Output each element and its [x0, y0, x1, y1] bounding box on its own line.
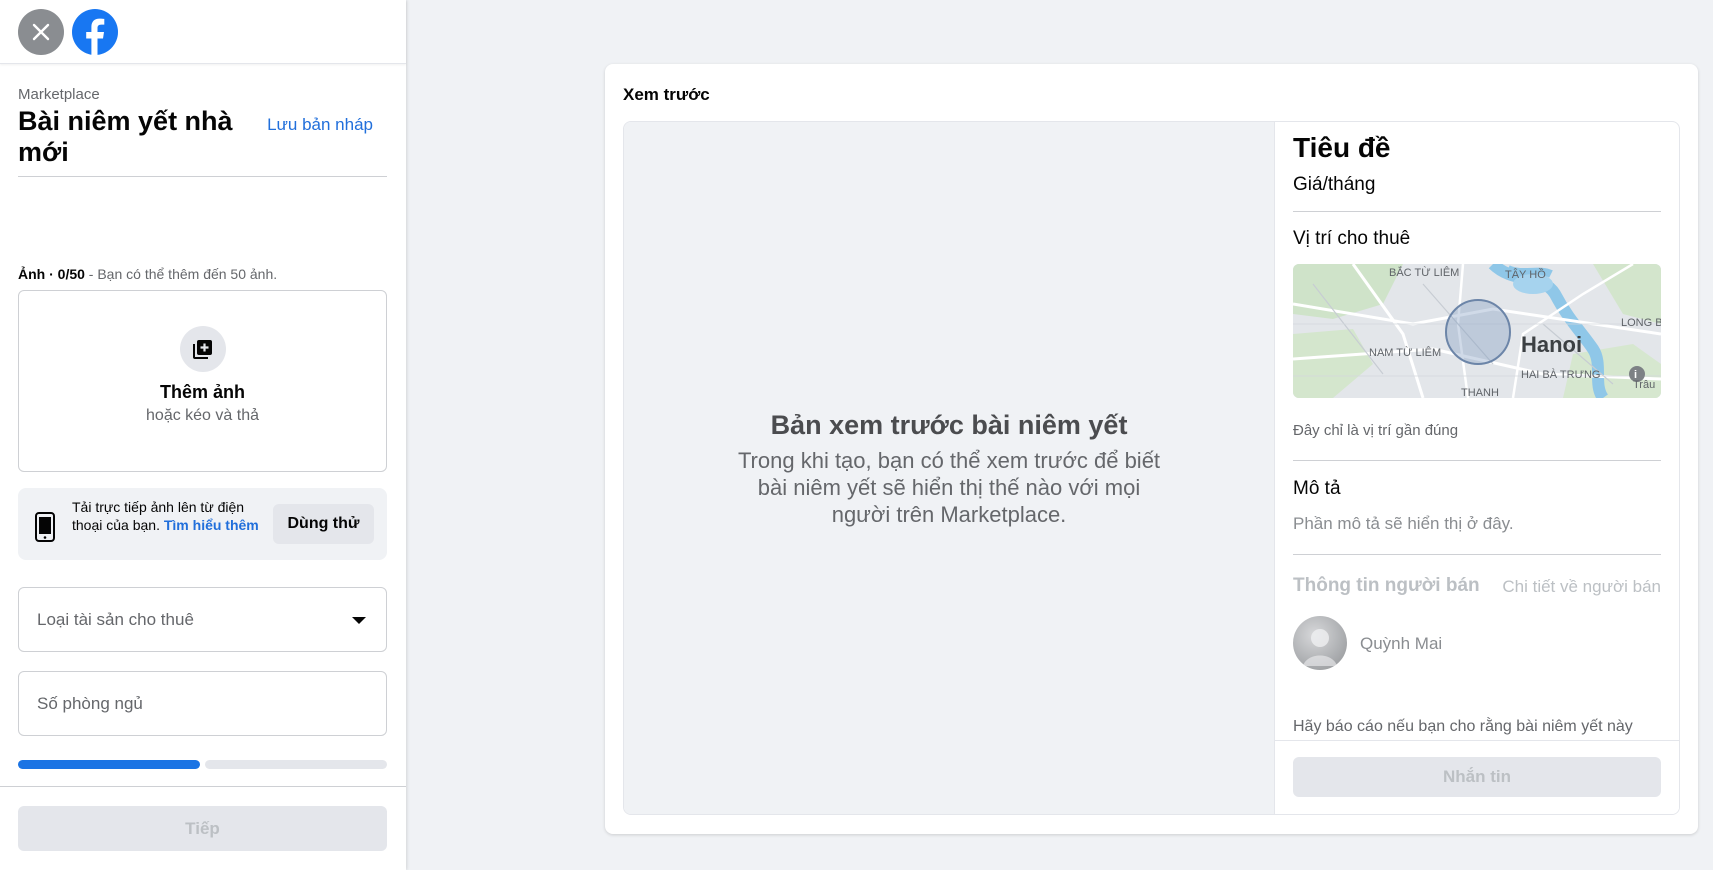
close-button[interactable] — [18, 8, 64, 55]
top-bar — [0, 0, 406, 64]
description-placeholder: Phần mô tả sẽ hiển thị ở đây. — [1293, 514, 1514, 533]
bedrooms-input[interactable] — [18, 671, 387, 736]
report-text: Hãy báo cáo nếu bạn cho rằng bài niêm yế… — [1293, 718, 1633, 735]
page-title: Bài niêm yết nhà mới — [18, 106, 233, 167]
try-button[interactable]: Dùng thử — [273, 504, 374, 544]
facebook-logo[interactable] — [72, 8, 118, 55]
preview-details: Tiêu đề Giá/tháng Vị trí cho thuê BẮC TỪ… — [1275, 122, 1679, 814]
add-photo-dropzone[interactable]: Thêm ảnh hoặc kéo và thả — [18, 290, 387, 472]
progress-step-1 — [18, 760, 200, 769]
listing-sidebar: Marketplace Bài niêm yết nhà mới Lưu bản… — [0, 0, 406, 870]
preview-frame: Bản xem trước bài niêm yết Trong khi tạo… — [623, 121, 1680, 815]
add-photo-icon — [179, 326, 226, 372]
message-button[interactable]: Nhắn tin — [1293, 757, 1661, 797]
location-title: Vị trí cho thuê — [1293, 228, 1411, 249]
divider — [1293, 460, 1661, 461]
divider — [1293, 554, 1661, 555]
map-label: HAI BÀ TRƯNG — [1521, 368, 1600, 381]
next-button[interactable]: Tiếp — [18, 806, 387, 851]
add-photo-label: Thêm ảnh — [159, 382, 245, 402]
map-label: THANH — [1461, 387, 1499, 398]
breadcrumb[interactable]: Marketplace — [18, 86, 387, 103]
seller-details-link[interactable]: Chi tiết về người bán — [1502, 577, 1661, 597]
listing-title: Tiêu đề — [1293, 132, 1391, 163]
map-label: LONG BIÊN — [1621, 316, 1661, 329]
preview-card: Xem trước Bản xem trước bài niêm yết Tro… — [605, 64, 1698, 834]
map-city-label: Hanoi — [1521, 332, 1582, 357]
divider — [1293, 211, 1661, 212]
map-label: TÂY HỒ — [1505, 268, 1546, 281]
preview-empty-text: Trong khi tạo, bạn có thể xem trước để b… — [737, 448, 1161, 527]
seller-name[interactable]: Quỳnh Mai — [1360, 634, 1442, 654]
drag-drop-hint: hoặc kéo và thả — [146, 407, 259, 424]
map-label: BẮC TỪ LIÊM — [1389, 266, 1459, 279]
map-label: Trâu — [1633, 379, 1655, 391]
learn-more-link[interactable]: Tìm hiểu thêm — [164, 517, 259, 533]
listing-price: Giá/tháng — [1293, 174, 1376, 195]
map-note: Đây chỉ là vị trí gần đúng — [1293, 422, 1459, 439]
photo-count: Ảnh · 0/50 — [18, 266, 85, 282]
property-type-select[interactable]: Loại tài sản cho thuê — [18, 587, 387, 652]
message-area: Nhắn tin — [1275, 740, 1679, 814]
location-map[interactable]: BẮC TỪ LIÊM TÂY HỒ LONG BIÊN NAM TỪ LIÊM… — [1293, 264, 1661, 398]
preview-image-area: Bản xem trước bài niêm yết Trong khi tạo… — [624, 122, 1275, 814]
progress-bar — [18, 760, 387, 769]
chevron-down-icon — [352, 617, 366, 624]
progress-step-2 — [205, 760, 387, 769]
phone-icon — [35, 512, 55, 542]
preview-heading: Xem trước — [623, 85, 710, 104]
map-label: NAM TỪ LIÊM — [1369, 346, 1441, 359]
footer-divider — [0, 786, 406, 787]
avatar[interactable] — [1293, 616, 1347, 670]
seller-info-title: Thông tin người bán — [1293, 575, 1480, 596]
photo-limit-hint: - Bạn có thể thêm đến 50 ảnh. — [84, 266, 278, 282]
map-graphic: BẮC TỪ LIÊM TÂY HỒ LONG BIÊN NAM TỪ LIÊM… — [1293, 264, 1661, 398]
page-header: Marketplace Bài niêm yết nhà mới Lưu bản… — [18, 86, 387, 177]
description-title: Mô tả — [1293, 478, 1341, 499]
save-draft-button[interactable]: Lưu bản nháp — [267, 115, 373, 135]
photo-count-info: Ảnh · 0/50 - Bạn có thể thêm đến 50 ảnh. — [18, 266, 277, 282]
property-type-placeholder: Loại tài sản cho thuê — [37, 609, 194, 629]
preview-empty-title: Bản xem trước bài niêm yết — [770, 410, 1128, 440]
close-icon — [32, 23, 50, 40]
mobile-upload-banner: Tải trực tiếp ảnh lên từ điện thoại của … — [18, 488, 387, 560]
mobile-upload-text: Tải trực tiếp ảnh lên từ điện thoại của … — [72, 498, 262, 534]
